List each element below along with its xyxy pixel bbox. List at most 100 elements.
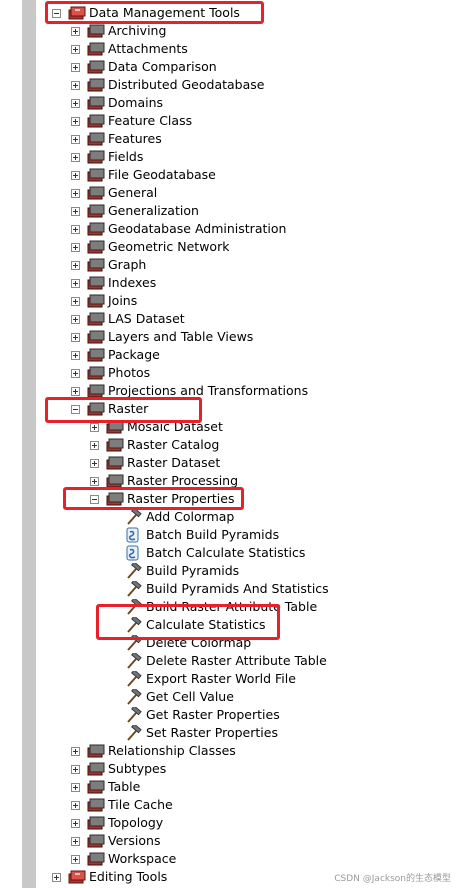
tree-node-fields[interactable]: Fields (71, 148, 143, 166)
tree-node-projections-and-transformations[interactable]: Projections and Transformations (71, 382, 308, 400)
expand-icon[interactable] (71, 224, 80, 234)
tree-node-subtypes[interactable]: Subtypes (71, 760, 166, 778)
expand-icon[interactable] (71, 836, 80, 846)
tree-node-raster[interactable]: Raster (71, 400, 148, 418)
script-icon (126, 545, 139, 561)
collapse-icon[interactable] (90, 494, 99, 504)
tree-node-file-geodatabase[interactable]: File Geodatabase (71, 166, 216, 184)
tree-node-batch-build-pyramids[interactable]: Batch Build Pyramids (124, 526, 279, 544)
expand-icon[interactable] (90, 458, 99, 468)
expand-icon[interactable] (71, 62, 80, 72)
tree-node-feature-class[interactable]: Feature Class (71, 112, 192, 130)
expand-icon[interactable] (71, 242, 80, 252)
tree-node-tile-cache[interactable]: Tile Cache (71, 796, 173, 814)
tree-node-data-comparison[interactable]: Data Comparison (71, 58, 217, 76)
expand-icon[interactable] (90, 476, 99, 486)
tree-node-attachments[interactable]: Attachments (71, 40, 188, 58)
tree-node-editing-tools[interactable]: Editing Tools (52, 868, 167, 886)
expand-icon[interactable] (71, 116, 80, 126)
expand-icon[interactable] (71, 206, 80, 216)
expand-icon[interactable] (71, 278, 80, 288)
collapse-icon[interactable] (52, 8, 61, 18)
expand-icon[interactable] (71, 44, 80, 54)
expand-icon[interactable] (71, 764, 80, 774)
tree-node-generalization[interactable]: Generalization (71, 202, 199, 220)
tree-node-topology[interactable]: Topology (71, 814, 163, 832)
tree-node-layers-and-table-views[interactable]: Layers and Table Views (71, 328, 253, 346)
tree-node-table[interactable]: Table (71, 778, 140, 796)
tree-node-mosaic-dataset[interactable]: Mosaic Dataset (90, 418, 223, 436)
expand-icon[interactable] (71, 386, 80, 396)
expand-icon[interactable] (71, 26, 80, 36)
expand-icon[interactable] (71, 746, 80, 756)
expand-icon[interactable] (90, 440, 99, 450)
expand-icon[interactable] (71, 296, 80, 306)
tree-node-relationship-classes[interactable]: Relationship Classes (71, 742, 236, 760)
tree-node-build-pyramids[interactable]: Build Pyramids (124, 562, 239, 580)
tree-node-raster-dataset[interactable]: Raster Dataset (90, 454, 220, 472)
tree-node-delete-raster-attribute-table[interactable]: Delete Raster Attribute Table (124, 652, 327, 670)
expand-icon[interactable] (71, 782, 80, 792)
tree-node-label: Mosaic Dataset (127, 419, 223, 434)
toolset-icon (87, 204, 105, 218)
tree-node-label: LAS Dataset (108, 311, 185, 326)
tree-node-las-dataset[interactable]: LAS Dataset (71, 310, 185, 328)
tree-node-geometric-network[interactable]: Geometric Network (71, 238, 229, 256)
expand-icon[interactable] (71, 98, 80, 108)
tree-node-archiving[interactable]: Archiving (71, 22, 166, 40)
expand-icon[interactable] (71, 170, 80, 180)
tree-node-raster-processing[interactable]: Raster Processing (90, 472, 238, 490)
toolset-icon (87, 258, 105, 272)
hammer-icon (127, 581, 142, 597)
tree-node-domains[interactable]: Domains (71, 94, 163, 112)
tree-node-joins[interactable]: Joins (71, 292, 137, 310)
tree-node-build-pyramids-and-statistics[interactable]: Build Pyramids And Statistics (124, 580, 329, 598)
tree-node-package[interactable]: Package (71, 346, 160, 364)
tree-node-versions[interactable]: Versions (71, 832, 160, 850)
expand-icon[interactable] (71, 188, 80, 198)
tree-node-batch-calculate-statistics[interactable]: Batch Calculate Statistics (124, 544, 305, 562)
tree-node-geodatabase-administration[interactable]: Geodatabase Administration (71, 220, 286, 238)
tree-node-label: Archiving (108, 23, 167, 38)
expand-icon[interactable] (71, 854, 80, 864)
tree-node-raster-properties[interactable]: Raster Properties (90, 490, 234, 508)
toolbox-icon (68, 870, 86, 884)
tree-node-export-raster-world-file[interactable]: Export Raster World File (124, 670, 296, 688)
expand-icon[interactable] (71, 80, 80, 90)
tree-node-get-cell-value[interactable]: Get Cell Value (124, 688, 234, 706)
tree-node-set-raster-properties[interactable]: Set Raster Properties (124, 724, 278, 742)
hammer-icon (127, 635, 142, 651)
tree-node-data-management-tools[interactable]: Data Management Tools (52, 4, 240, 22)
expand-icon[interactable] (71, 350, 80, 360)
tree-node-indexes[interactable]: Indexes (71, 274, 156, 292)
tree-node-delete-colormap[interactable]: Delete Colormap (124, 634, 251, 652)
tree-node-build-raster-attribute-table[interactable]: Build Raster Attribute Table (124, 598, 317, 616)
tree-node-calculate-statistics[interactable]: Calculate Statistics (124, 616, 266, 634)
expand-icon[interactable] (90, 422, 99, 432)
tree-node-photos[interactable]: Photos (71, 364, 150, 382)
expand-icon[interactable] (71, 800, 80, 810)
tree-node-graph[interactable]: Graph (71, 256, 146, 274)
expand-icon[interactable] (71, 818, 80, 828)
expand-icon[interactable] (71, 152, 80, 162)
tree-node-features[interactable]: Features (71, 130, 162, 148)
expand-icon[interactable] (71, 260, 80, 270)
tree-node-general[interactable]: General (71, 184, 157, 202)
tree-node-get-raster-properties[interactable]: Get Raster Properties (124, 706, 280, 724)
toolset-icon (106, 420, 124, 434)
collapse-icon[interactable] (71, 404, 80, 414)
expand-icon[interactable] (52, 872, 61, 882)
expand-icon[interactable] (71, 134, 80, 144)
expand-icon[interactable] (71, 314, 80, 324)
toolset-icon (87, 330, 105, 344)
tree-node-label: Geodatabase Administration (108, 221, 287, 236)
tree-node-label: Delete Colormap (146, 635, 252, 650)
tree-node-label: Layers and Table Views (108, 329, 254, 344)
tree-node-label: Set Raster Properties (146, 725, 278, 740)
tree-node-workspace[interactable]: Workspace (71, 850, 176, 868)
expand-icon[interactable] (71, 368, 80, 378)
tree-node-add-colormap[interactable]: Add Colormap (124, 508, 234, 526)
tree-node-raster-catalog[interactable]: Raster Catalog (90, 436, 219, 454)
tree-node-distributed-geodatabase[interactable]: Distributed Geodatabase (71, 76, 264, 94)
expand-icon[interactable] (71, 332, 80, 342)
